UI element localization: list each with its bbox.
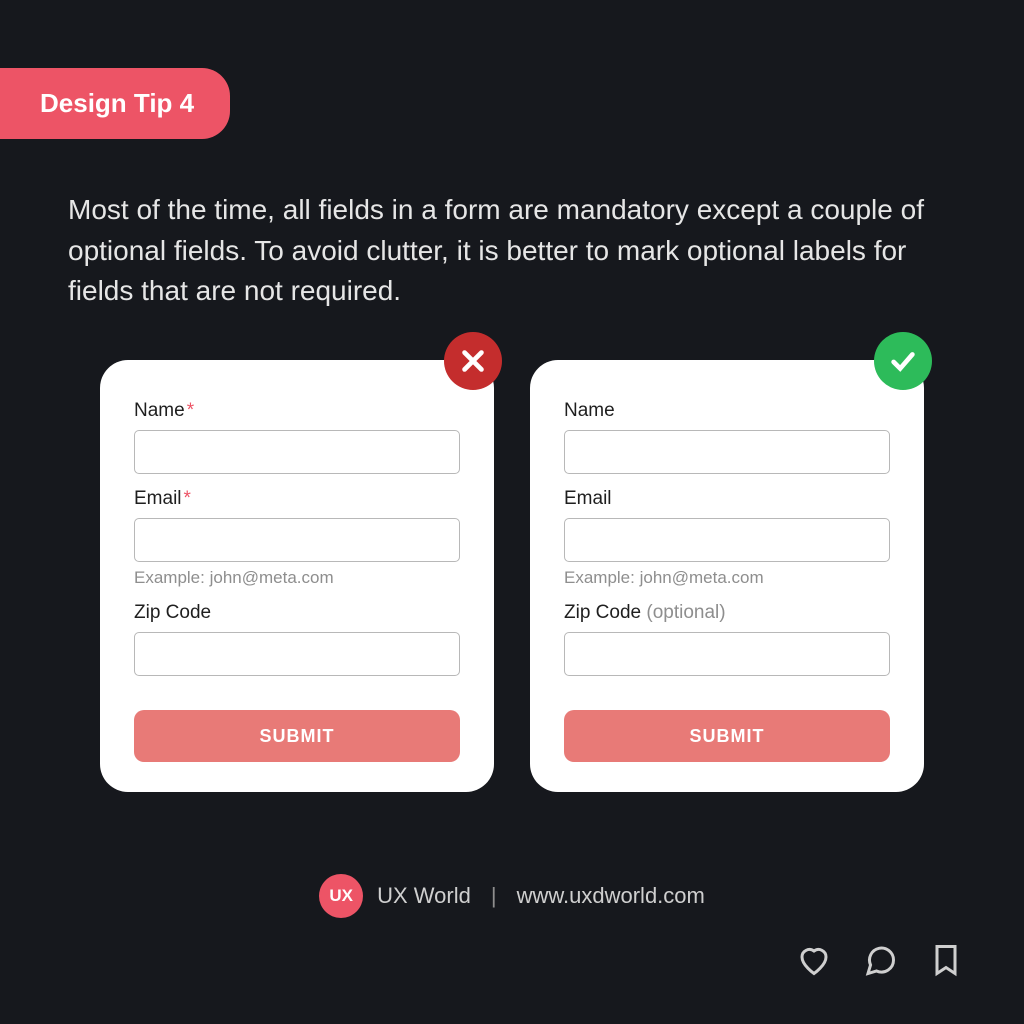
field-zip: Zip Code [134,602,460,676]
email-label: Email* [134,488,460,510]
field-name: Name [564,400,890,474]
email-helper: Example: john@meta.com [564,568,890,588]
example-cards: Name* Email* Example: john@meta.com Zip … [100,360,924,792]
social-actions [796,942,964,978]
email-helper: Example: john@meta.com [134,568,460,588]
footer-credit: UX UX World | www.uxdworld.com [0,874,1024,918]
email-input[interactable] [134,518,460,562]
name-input[interactable] [564,430,890,474]
optional-hint: (optional) [646,602,725,623]
cross-icon [444,332,502,390]
zip-label: Zip Code (optional) [564,602,890,624]
footer-separator: | [491,883,497,909]
zip-input[interactable] [134,632,460,676]
tip-badge: Design Tip 4 [0,68,230,139]
submit-button[interactable]: SUBMIT [564,710,890,762]
zip-input[interactable] [564,632,890,676]
field-email: Email Example: john@meta.com [564,488,890,588]
bookmark-icon[interactable] [928,942,964,978]
brand-url: www.uxdworld.com [517,883,705,909]
comment-icon[interactable] [862,942,898,978]
required-asterisk: * [187,400,194,421]
field-zip: Zip Code (optional) [564,602,890,676]
name-input[interactable] [134,430,460,474]
submit-button[interactable]: SUBMIT [134,710,460,762]
field-name: Name* [134,400,460,474]
card-wrong: Name* Email* Example: john@meta.com Zip … [100,360,494,792]
email-label: Email [564,488,890,510]
name-label: Name* [134,400,460,422]
card-right: Name Email Example: john@meta.com Zip Co… [530,360,924,792]
brand-logo: UX [319,874,363,918]
tip-description: Most of the time, all fields in a form a… [68,190,956,312]
heart-icon[interactable] [796,942,832,978]
brand-name: UX World [377,883,471,909]
email-input[interactable] [564,518,890,562]
check-icon [874,332,932,390]
field-email: Email* Example: john@meta.com [134,488,460,588]
name-label: Name [564,400,890,422]
zip-label: Zip Code [134,602,460,624]
required-asterisk: * [184,488,191,509]
